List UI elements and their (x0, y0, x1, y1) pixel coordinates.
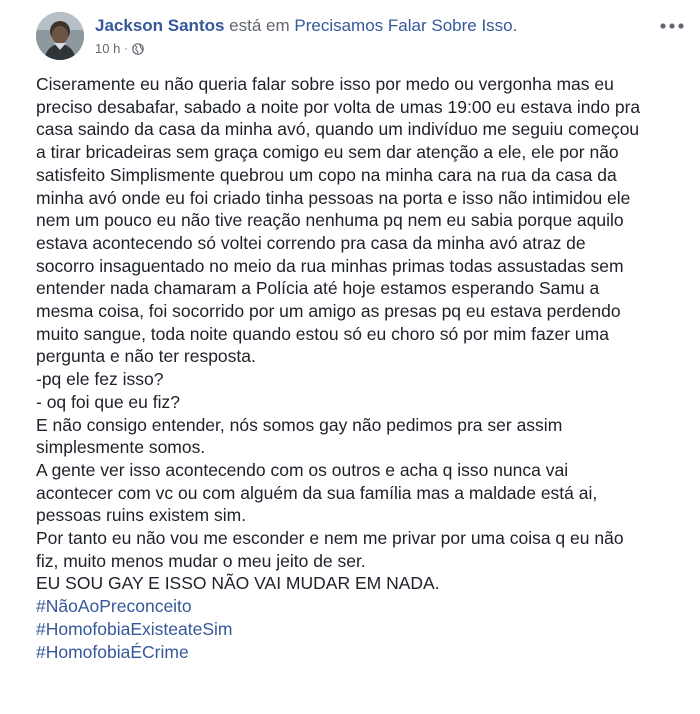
post-text-line: satisfeito Simplismente quebrou um copo … (36, 164, 617, 185)
post-text-line: Por tanto eu não vou me esconder e nem m… (36, 528, 624, 549)
post-text-line: -pq ele fez isso? (36, 369, 164, 390)
header-line: Jackson Santos está em Precisamos Falar … (95, 15, 635, 37)
post-text-line: casa saindo da casa da minha avó, quando… (36, 119, 640, 140)
post-text-line: - oq foi que eu fiz? (36, 391, 180, 412)
profile-photo-icon (36, 12, 84, 60)
post-text-line: pergunta e não ter resposta. (36, 346, 256, 367)
post-meta: 10 h · (95, 40, 635, 58)
hashtag-line: #HomofobiaExisteateSim (36, 618, 686, 641)
header-joiner-text: está em (224, 16, 295, 35)
post-text-line: E não consigo entender, nós somos gay nã… (36, 414, 563, 435)
facebook-post: Jackson Santos está em Precisamos Falar … (0, 0, 700, 714)
post-text-line: entender nada chamaram a Polícia até hoj… (36, 278, 600, 299)
post-text-line: EU SOU GAY E ISSO NÃO VAI MUDAR EM NADA. (36, 573, 440, 594)
post-text-line: minha avó onde eu foi criado tinha pesso… (36, 187, 631, 208)
post-body: Ciseramente eu não queria falar sobre is… (36, 73, 686, 663)
hashtag-link[interactable]: #NãoAoPreconceito (36, 596, 192, 616)
post-text-line: fiz, muito menos mudar o meu jeito de se… (36, 550, 366, 571)
globe-icon[interactable] (132, 43, 144, 55)
more-options-icon[interactable] (658, 18, 686, 34)
post-text-line: pessoas ruins existem sim. (36, 505, 247, 526)
timestamp-link[interactable]: 10 h (95, 40, 120, 58)
post-text-line: socorro insaguentado no meio da rua minh… (36, 255, 624, 276)
author-name-link[interactable]: Jackson Santos (95, 16, 224, 35)
post-text-line: preciso desabafar, sabado a noite por vo… (36, 96, 641, 117)
post-text-line: a tirar bricadeiras sem graça comigo eu … (36, 142, 619, 163)
hashtag-line: #NãoAoPreconceito (36, 595, 686, 618)
post-text-line: simplesmente somos. (36, 437, 206, 458)
post-text-line: Ciseramente eu não queria falar sobre is… (36, 74, 614, 94)
post-text-line: acontecer com vc ou com alguém da sua fa… (36, 482, 598, 503)
group-name-link[interactable]: Precisamos Falar Sobre Isso. (294, 16, 517, 35)
hashtag-link[interactable]: #HomofobiaExisteateSim (36, 619, 232, 639)
header-text: Jackson Santos está em Precisamos Falar … (95, 15, 635, 58)
post-text-line: nem um pouco eu não tive reação nenhuma … (36, 210, 624, 231)
hashtag-line: #HomofobiaÉCrime (36, 641, 686, 664)
meta-separator: · (124, 43, 128, 55)
post-header: Jackson Santos está em Precisamos Falar … (36, 12, 686, 64)
post-text-line: A gente ver isso acontecendo com os outr… (36, 459, 569, 480)
hashtag-link[interactable]: #HomofobiaÉCrime (36, 642, 189, 662)
post-text-line: mesma coisa, foi socorrido por um amigo … (36, 301, 621, 322)
post-text-line: muito sangue, toda noite quando estou só… (36, 323, 609, 344)
post-text-line: estava acontecendo só voltei correndo pr… (36, 232, 586, 253)
avatar[interactable] (36, 12, 84, 60)
